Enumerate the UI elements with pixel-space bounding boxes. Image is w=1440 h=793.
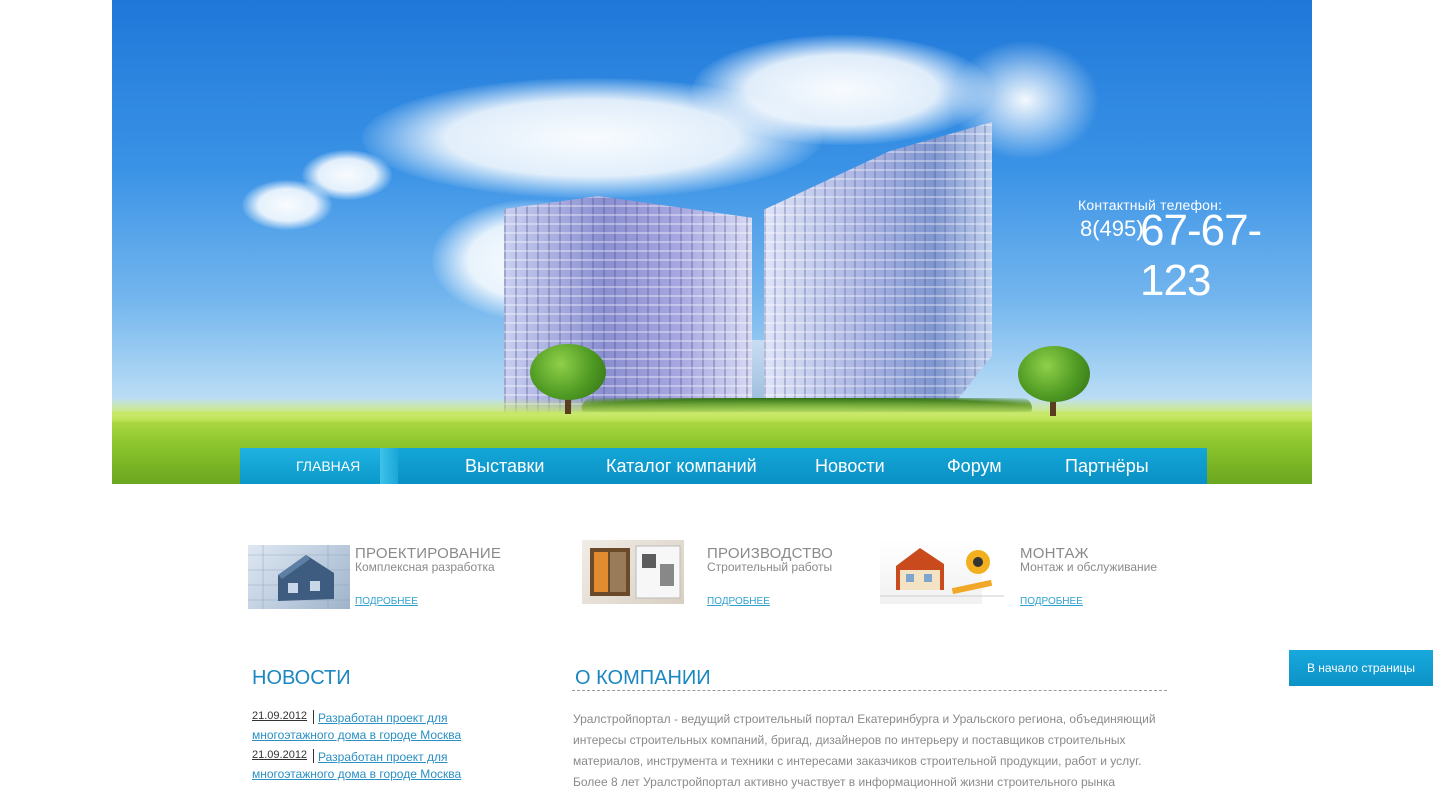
building-right [764, 122, 992, 414]
tree-icon [1018, 346, 1090, 402]
menu-separator [380, 448, 398, 484]
service-subtitle: Комплексная разработка [355, 560, 495, 574]
service-subtitle: Монтаж и обслуживание [1020, 560, 1158, 574]
phone-number: 67-67-123 [1140, 206, 1262, 305]
cloud-graphic [242, 180, 332, 230]
service-subtitle: Строительный работы [707, 560, 833, 574]
about-heading: О КОМПАНИИ [575, 667, 711, 689]
house-blueprint-icon [248, 545, 350, 609]
phone-code: 8(495) [1080, 216, 1144, 241]
main-menu: ГЛАВНАЯ Выставки Каталог компаний Новост… [240, 448, 1207, 484]
about-text: Уралстройпортал - ведущий строительный п… [573, 712, 1156, 789]
service-more-link[interactable]: ПОДРОБНЕЕ [707, 596, 770, 607]
menu-item-catalog[interactable]: Каталог компаний [606, 456, 757, 477]
construction-icon [582, 540, 684, 604]
tools-icon [880, 540, 1004, 604]
menu-item-home[interactable]: ГЛАВНАЯ [296, 458, 360, 474]
menu-item-news[interactable]: Новости [815, 456, 885, 477]
service-more-link[interactable]: ПОДРОБНЕЕ [355, 596, 418, 607]
menu-item-forum[interactable]: Форум [947, 456, 1002, 477]
about-divider [572, 690, 1167, 691]
news-link[interactable]: Разработан проект для многоэтажного дома… [252, 710, 482, 744]
back-to-top-button[interactable]: В начало страницы [1289, 650, 1433, 686]
menu-item-partners[interactable]: Партнёры [1065, 456, 1149, 477]
tree-icon [530, 344, 606, 400]
news-link[interactable]: Разработан проект для многоэтажного дома… [252, 749, 482, 783]
cloud-graphic [692, 35, 992, 145]
service-more-link[interactable]: ПОДРОБНЕЕ [1020, 596, 1083, 607]
menu-item-exhibitions[interactable]: Выставки [465, 456, 545, 477]
news-heading: НОВОСТИ [252, 667, 351, 689]
header-banner: Контактный телефон: 8(495) 67-67-123 ГЛА… [112, 0, 1312, 484]
